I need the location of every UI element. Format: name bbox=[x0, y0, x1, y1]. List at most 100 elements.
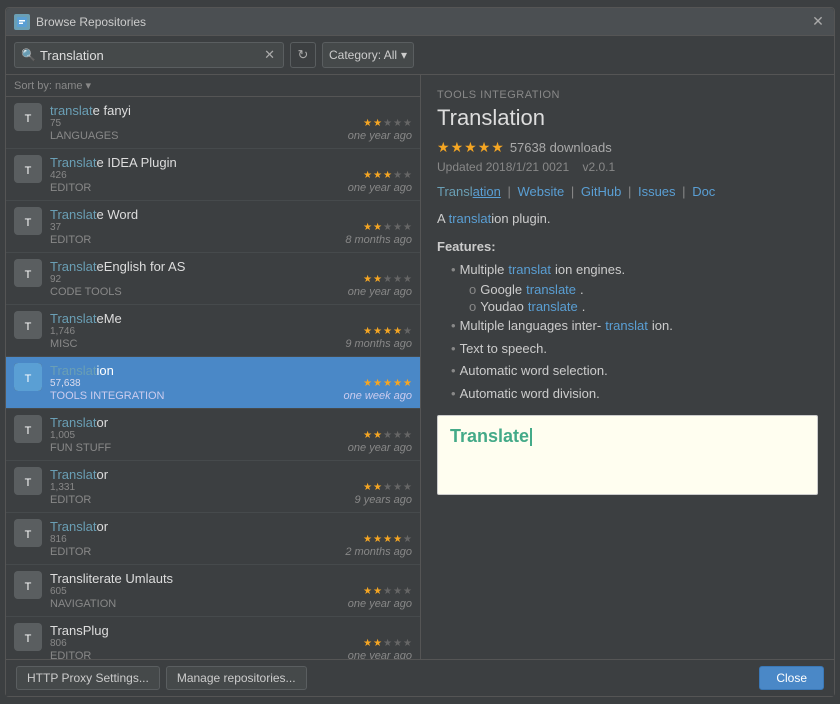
plugin-item[interactable]: TTransliterate Umlauts605★★★★★NAVIGATION… bbox=[6, 565, 420, 617]
plugin-name: TranslateEnglish for AS bbox=[50, 259, 185, 274]
detail-meta: Updated 2018/1/21 0021 v2.0.1 bbox=[437, 160, 818, 174]
website-link[interactable]: Website bbox=[517, 184, 564, 199]
search-input[interactable] bbox=[40, 48, 262, 63]
plugin-item[interactable]: Ttranslate fanyi75★★★★★LANGUAGESone year… bbox=[6, 97, 420, 149]
feature-item-2: Multiple languages inter-translation. bbox=[451, 316, 818, 336]
plugin-name: Translator bbox=[50, 519, 108, 534]
plugin-item[interactable]: TTranslateMe1,746★★★★★MISC9 months ago bbox=[6, 305, 420, 357]
sort-label[interactable]: Sort by: name ▾ bbox=[14, 80, 91, 92]
detail-downloads: 57638 downloads bbox=[510, 140, 612, 155]
sub-feature-item-2: Youdao translate. bbox=[469, 299, 818, 314]
preview-box: Translate bbox=[437, 415, 818, 495]
bottom-bar: HTTP Proxy Settings... Manage repositori… bbox=[6, 659, 834, 696]
list-header: Sort by: name ▾ bbox=[6, 75, 420, 97]
toolbar: 🔍 ✕ ↻ Category: All ▾ bbox=[6, 36, 834, 75]
plugin-category: FUN STUFF bbox=[50, 442, 111, 454]
detail-category: TOOLS INTEGRATION bbox=[437, 89, 818, 101]
feature-item-5: Automatic word division. bbox=[451, 384, 818, 404]
detail-description: A translation plugin. bbox=[437, 209, 818, 229]
content-area: Sort by: name ▾ Ttranslate fanyi75★★★★★L… bbox=[6, 75, 834, 659]
search-box: 🔍 ✕ bbox=[14, 42, 284, 68]
detail-version: v2.0.1 bbox=[582, 160, 615, 174]
plugin-category: EDITOR bbox=[50, 182, 91, 194]
github-link[interactable]: GitHub bbox=[581, 184, 621, 199]
detail-updated: Updated 2018/1/21 0021 bbox=[437, 160, 569, 174]
svg-text:T: T bbox=[25, 113, 32, 125]
svg-text:T: T bbox=[25, 529, 32, 541]
plugin-name: Translate Word bbox=[50, 207, 138, 222]
plugin-icon: T bbox=[14, 623, 42, 651]
plugin-age: 2 months ago bbox=[345, 546, 412, 558]
plugin-icon: T bbox=[14, 259, 42, 287]
plugin-name: Translation bbox=[50, 363, 114, 378]
text-cursor bbox=[530, 428, 532, 446]
plugin-age: 9 years ago bbox=[355, 494, 412, 506]
plugin-name: Translator bbox=[50, 415, 108, 430]
svg-text:T: T bbox=[25, 321, 32, 333]
plugin-category: LANGUAGES bbox=[50, 130, 118, 142]
svg-text:T: T bbox=[25, 373, 32, 385]
plugin-name: Translate IDEA Plugin bbox=[50, 155, 177, 170]
feature-item-4: Automatic word selection. bbox=[451, 361, 818, 381]
issues-link[interactable]: Issues bbox=[638, 184, 676, 199]
plugin-name: TransPlug bbox=[50, 623, 109, 638]
plugin-item[interactable]: TTranslation57,638★★★★★TOOLS INTEGRATION… bbox=[6, 357, 420, 409]
features-title: Features: bbox=[437, 239, 818, 254]
plugin-category: EDITOR bbox=[50, 494, 91, 506]
plugin-age: one year ago bbox=[348, 182, 412, 194]
detail-title: Translation bbox=[437, 105, 818, 131]
svg-text:T: T bbox=[25, 425, 32, 437]
svg-text:T: T bbox=[25, 581, 32, 593]
preview-text: Translate bbox=[450, 426, 532, 446]
translation-highlight-1: translat bbox=[449, 211, 492, 226]
svg-text:T: T bbox=[25, 217, 32, 229]
plugin-item[interactable]: TTranslateEnglish for AS92★★★★★CODE TOOL… bbox=[6, 253, 420, 305]
feature-item-3: Text to speech. bbox=[451, 339, 818, 359]
plugin-list: Sort by: name ▾ Ttranslate fanyi75★★★★★L… bbox=[6, 75, 421, 659]
plugin-category: EDITOR bbox=[50, 650, 91, 659]
feature-item-1: Multiple translation engines. bbox=[451, 260, 818, 280]
sub-feature-item-1: Google translate. bbox=[469, 282, 818, 297]
http-proxy-button[interactable]: HTTP Proxy Settings... bbox=[16, 666, 160, 690]
clear-search-button[interactable]: ✕ bbox=[262, 47, 277, 63]
plugin-item[interactable]: TTranslate Word37★★★★★EDITOR8 months ago bbox=[6, 201, 420, 253]
plugin-item[interactable]: TTranslator1,331★★★★★EDITOR9 years ago bbox=[6, 461, 420, 513]
plugin-item[interactable]: TTranslator816★★★★★EDITOR2 months ago bbox=[6, 513, 420, 565]
plugin-detail: TOOLS INTEGRATION Translation ★ ★ ★ ★ ★ … bbox=[421, 75, 834, 659]
category-label: Category: All bbox=[329, 48, 397, 62]
manage-repositories-button[interactable]: Manage repositories... bbox=[166, 666, 307, 690]
title-close-button[interactable]: ✕ bbox=[810, 14, 826, 30]
search-icon: 🔍 bbox=[21, 48, 36, 62]
plugin-icon: T bbox=[14, 467, 42, 495]
svg-text:T: T bbox=[25, 165, 32, 177]
plugin-age: 9 months ago bbox=[345, 338, 412, 350]
plugin-item[interactable]: TTranslator1,005★★★★★FUN STUFFone year a… bbox=[6, 409, 420, 461]
doc-link[interactable]: Doc bbox=[692, 184, 715, 199]
translation-link[interactable]: Translation bbox=[437, 184, 501, 199]
dialog-icon bbox=[14, 14, 30, 30]
plugin-item[interactable]: TTransPlug806★★★★★EDITORone year ago bbox=[6, 617, 420, 659]
refresh-button[interactable]: ↻ bbox=[290, 42, 316, 68]
detail-stars-row: ★ ★ ★ ★ ★ 57638 downloads bbox=[437, 139, 818, 156]
plugin-age: one year ago bbox=[348, 286, 412, 298]
chevron-down-icon: ▾ bbox=[401, 48, 407, 62]
detail-stars: ★ ★ ★ ★ ★ bbox=[437, 139, 504, 156]
svg-text:T: T bbox=[25, 633, 32, 645]
plugin-item[interactable]: TTranslate IDEA Plugin426★★★★★EDITORone … bbox=[6, 149, 420, 201]
plugin-icon: T bbox=[14, 519, 42, 547]
plugin-category: TOOLS INTEGRATION bbox=[50, 390, 165, 402]
close-dialog-button[interactable]: Close bbox=[759, 666, 824, 690]
plugin-icon: T bbox=[14, 207, 42, 235]
plugin-icon: T bbox=[14, 571, 42, 599]
category-dropdown[interactable]: Category: All ▾ bbox=[322, 42, 414, 68]
browse-repositories-dialog: Browse Repositories ✕ 🔍 ✕ ↻ Category: Al… bbox=[5, 7, 835, 697]
plugin-category: NAVIGATION bbox=[50, 598, 116, 610]
title-bar: Browse Repositories ✕ bbox=[6, 8, 834, 36]
dialog-title: Browse Repositories bbox=[36, 15, 146, 29]
bottom-left-buttons: HTTP Proxy Settings... Manage repositori… bbox=[16, 666, 307, 690]
plugin-list-items: Ttranslate fanyi75★★★★★LANGUAGESone year… bbox=[6, 97, 420, 659]
plugin-icon: T bbox=[14, 415, 42, 443]
plugin-age: one year ago bbox=[348, 650, 412, 659]
plugin-name: TranslateMe bbox=[50, 311, 122, 326]
plugin-age: 8 months ago bbox=[345, 234, 412, 246]
